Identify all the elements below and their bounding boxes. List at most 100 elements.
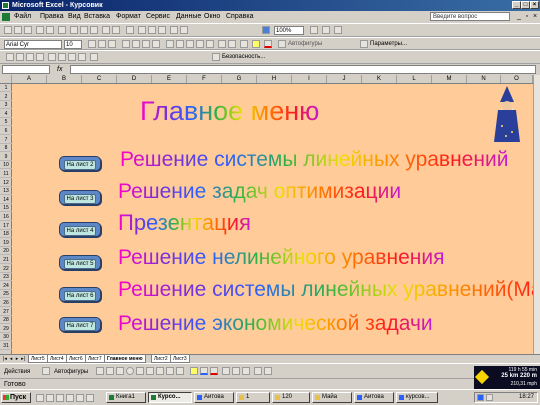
row-header[interactable]: 30 bbox=[0, 333, 12, 342]
sheet-tab[interactable]: Лист4 bbox=[47, 355, 67, 363]
language-icon[interactable] bbox=[477, 394, 484, 401]
align-left-icon[interactable] bbox=[122, 40, 130, 48]
row-header[interactable]: 21 bbox=[0, 256, 12, 264]
quicklaunch-desktop-icon[interactable] bbox=[36, 394, 44, 402]
go-to-sheet-6-button[interactable]: На лист 6 bbox=[59, 287, 101, 302]
column-header[interactable]: N bbox=[467, 75, 501, 83]
row-header[interactable]: 31 bbox=[0, 342, 12, 350]
sheet-tab-active[interactable]: Главное меню bbox=[104, 355, 146, 363]
row-header[interactable]: 18 bbox=[0, 230, 12, 239]
column-header[interactable]: J bbox=[327, 75, 362, 83]
paste-icon[interactable] bbox=[90, 26, 98, 34]
bold-icon[interactable] bbox=[88, 40, 96, 48]
redo-icon[interactable] bbox=[112, 26, 120, 34]
options-icon[interactable] bbox=[360, 40, 368, 48]
menu-edit[interactable]: Правка bbox=[40, 12, 64, 22]
doc-close-button[interactable]: × bbox=[531, 13, 539, 21]
underline-icon[interactable] bbox=[108, 40, 116, 48]
row-header[interactable]: 17 bbox=[0, 222, 12, 230]
toolbar-icon-3[interactable] bbox=[26, 53, 34, 61]
borders-icon[interactable] bbox=[240, 40, 248, 48]
row-header[interactable]: 7 bbox=[0, 136, 12, 144]
draw-fill-color-icon[interactable] bbox=[190, 367, 198, 375]
column-header[interactable]: G bbox=[222, 75, 257, 83]
select-objects-icon[interactable] bbox=[42, 367, 50, 375]
menu-format[interactable]: Формат bbox=[116, 12, 141, 22]
office-assistant-wizard-icon[interactable] bbox=[492, 86, 522, 142]
fill-color-icon[interactable] bbox=[252, 40, 260, 48]
align-center-icon[interactable] bbox=[132, 40, 140, 48]
italic-icon[interactable] bbox=[98, 40, 106, 48]
row-header[interactable]: 27 bbox=[0, 308, 12, 316]
security-icon[interactable] bbox=[212, 53, 220, 61]
row-header[interactable]: 28 bbox=[0, 316, 12, 325]
go-to-sheet-5-button[interactable]: На лист 5 bbox=[59, 255, 101, 270]
go-to-sheet-7-button[interactable]: На лист 7 bbox=[59, 317, 101, 332]
row-header[interactable]: 19 bbox=[0, 239, 12, 247]
row-header[interactable]: 10 bbox=[0, 161, 12, 170]
task-button[interactable]: 1 bbox=[236, 392, 270, 403]
quicklaunch-ie-icon[interactable] bbox=[46, 394, 54, 402]
row-header[interactable]: 26 bbox=[0, 299, 12, 307]
task-button[interactable]: Аитова bbox=[194, 392, 234, 403]
rectangle-icon[interactable] bbox=[116, 367, 124, 375]
row-header[interactable]: 2 bbox=[0, 93, 12, 101]
column-header[interactable]: O bbox=[501, 75, 533, 83]
column-header[interactable]: F bbox=[187, 75, 222, 83]
task-button[interactable]: Аитова bbox=[354, 392, 394, 403]
column-header[interactable]: K bbox=[362, 75, 397, 83]
open-icon[interactable] bbox=[14, 26, 22, 34]
font-name-select[interactable]: Arial Cyr bbox=[4, 40, 62, 49]
spelling-icon[interactable] bbox=[58, 26, 66, 34]
row-header[interactable]: 8 bbox=[0, 144, 12, 153]
menu-tools[interactable]: Сервис bbox=[146, 12, 170, 22]
column-header[interactable]: D bbox=[117, 75, 152, 83]
line-color-icon[interactable] bbox=[200, 367, 208, 375]
quicklaunch-app-icon[interactable] bbox=[76, 394, 84, 402]
row-header[interactable]: 29 bbox=[0, 325, 12, 333]
last-sheet-icon[interactable]: ▸| bbox=[20, 356, 26, 362]
shadow-icon[interactable] bbox=[254, 367, 262, 375]
close-button[interactable]: × bbox=[530, 1, 539, 9]
picture-icon[interactable] bbox=[176, 367, 184, 375]
3d-icon[interactable] bbox=[264, 367, 272, 375]
decrease-indent-icon[interactable] bbox=[218, 40, 226, 48]
row-header[interactable]: 12 bbox=[0, 179, 12, 187]
insert-wordart-icon[interactable] bbox=[146, 367, 154, 375]
merge-center-icon[interactable] bbox=[152, 40, 160, 48]
cut-icon[interactable] bbox=[70, 26, 78, 34]
doc-restore-button[interactable]: ▫ bbox=[523, 13, 531, 21]
align-right-icon[interactable] bbox=[142, 40, 150, 48]
row-header[interactable]: 25 bbox=[0, 290, 12, 299]
task-button[interactable]: Книга1 bbox=[106, 392, 146, 403]
font-size-select[interactable]: 10 bbox=[64, 40, 82, 49]
task-button[interactable]: Майа bbox=[312, 392, 352, 403]
document-icon[interactable] bbox=[2, 13, 10, 21]
row-header[interactable]: 20 bbox=[0, 247, 12, 256]
column-header[interactable]: I bbox=[292, 75, 327, 83]
web-toolbar-icon[interactable] bbox=[334, 26, 342, 34]
column-header[interactable]: L bbox=[397, 75, 432, 83]
sheet-tab[interactable]: Лист3 bbox=[170, 355, 190, 363]
chart-wizard-icon[interactable] bbox=[170, 26, 178, 34]
column-header[interactable]: A bbox=[12, 75, 47, 83]
volume-icon[interactable] bbox=[486, 394, 493, 401]
worksheet-area[interactable]: Главное меню На лист 2 Решение системы л… bbox=[12, 84, 533, 354]
params-label[interactable]: Параметры... bbox=[370, 40, 407, 48]
column-header[interactable]: C bbox=[82, 75, 117, 83]
task-button[interactable]: 120 bbox=[272, 392, 310, 403]
toolbar-icon-4[interactable] bbox=[36, 53, 44, 61]
row-header[interactable]: 13 bbox=[0, 187, 12, 196]
fx-icon[interactable]: fx bbox=[57, 65, 62, 74]
maximize-button[interactable]: □ bbox=[521, 1, 530, 9]
column-header[interactable]: H bbox=[257, 75, 292, 83]
row-header[interactable]: 3 bbox=[0, 101, 12, 110]
menu-view[interactable]: Вид bbox=[68, 12, 81, 22]
zoom-select[interactable]: 100% bbox=[274, 26, 304, 35]
toolbar-icon-9[interactable] bbox=[90, 53, 98, 61]
undo-icon[interactable] bbox=[102, 26, 110, 34]
row-header[interactable]: 6 bbox=[0, 127, 12, 135]
hyperlink-icon[interactable] bbox=[126, 26, 134, 34]
drawing-icon[interactable] bbox=[180, 26, 188, 34]
task-button-active[interactable]: Курсо... bbox=[148, 392, 192, 403]
